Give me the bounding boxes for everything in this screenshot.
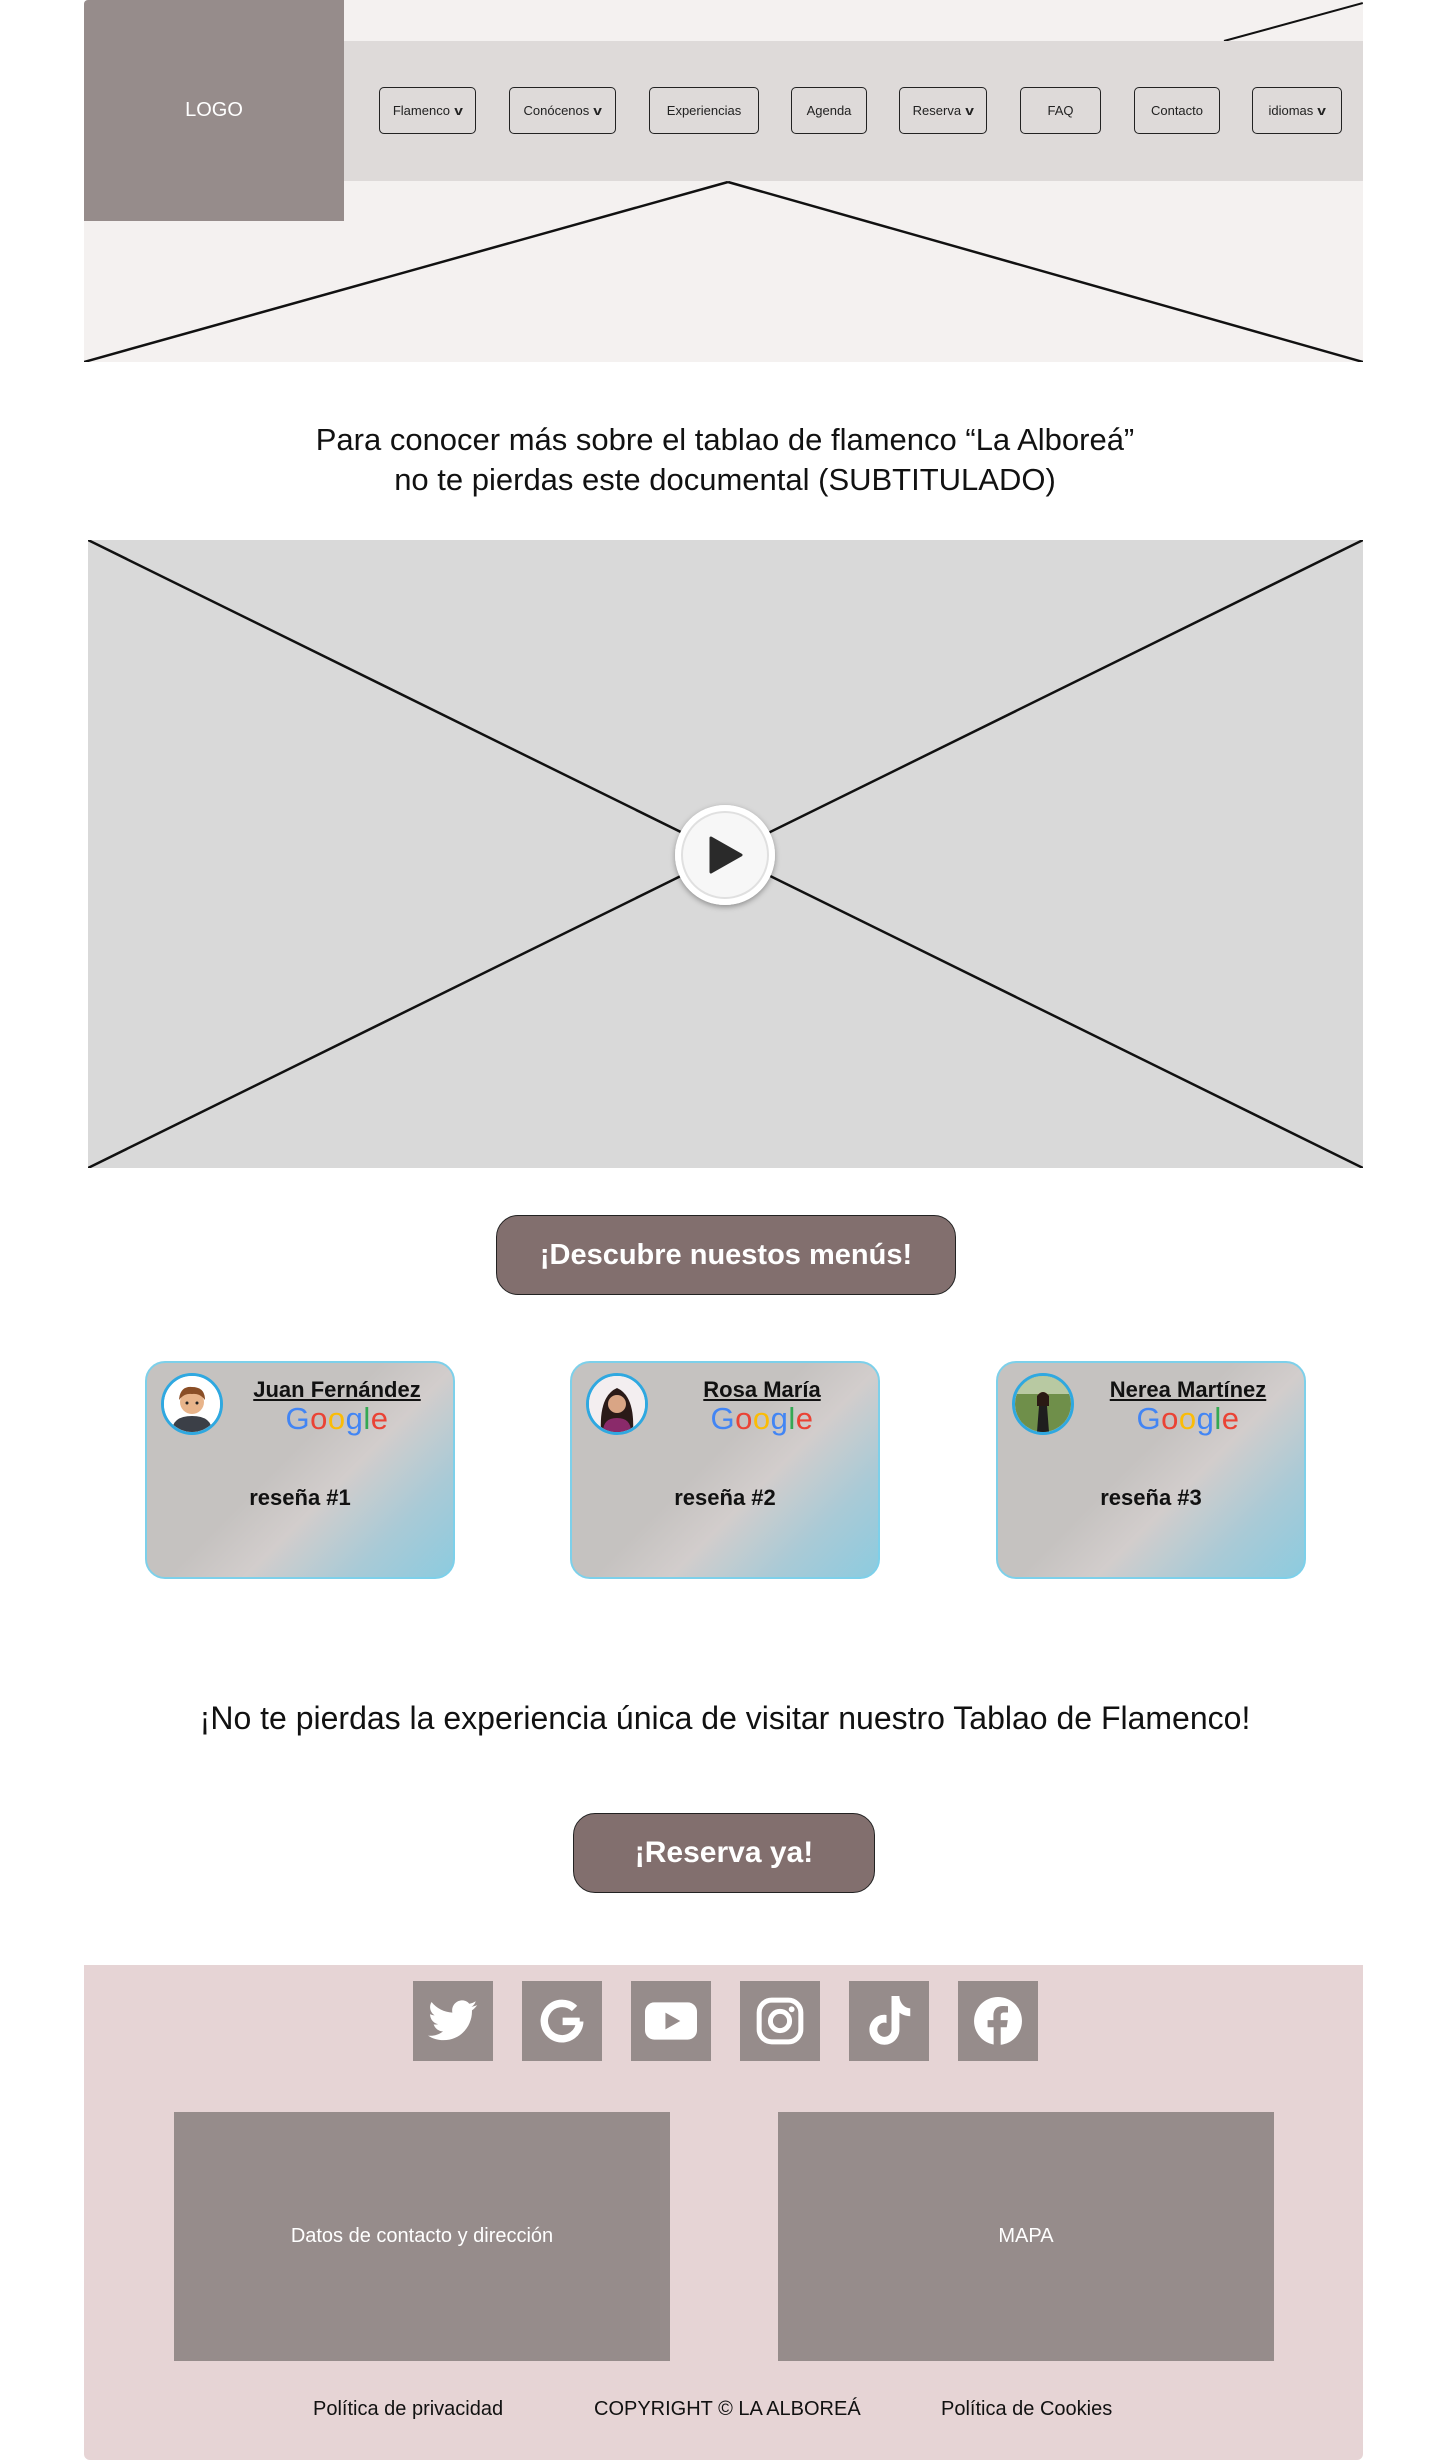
google-logo-icon: Google: [285, 1401, 389, 1436]
tiktok-icon: [869, 1996, 911, 2045]
cookies-policy-link[interactable]: Política de Cookies: [941, 2398, 1112, 2421]
nav-label: Reserva: [912, 103, 962, 118]
nav-contacto[interactable]: Contacto: [1134, 87, 1220, 134]
youtube-link[interactable]: [631, 1981, 711, 2061]
reserve-button[interactable]: ¡Reserva ya!: [573, 1813, 875, 1893]
nav-faq[interactable]: FAQ: [1020, 87, 1101, 134]
discover-menus-button[interactable]: ¡Descubre nuestos menús!: [496, 1215, 956, 1295]
twitter-icon: [428, 2000, 478, 2041]
logo[interactable]: LOGO: [84, 0, 344, 221]
privacy-policy-link[interactable]: Política de privacidad: [313, 2398, 503, 2421]
intro-line-2: no te pierdas este documental (SUBTITULA…: [394, 462, 1056, 497]
play-button[interactable]: [675, 805, 775, 905]
google-logo-icon: Google: [710, 1401, 814, 1436]
facebook-link[interactable]: [958, 1981, 1038, 2061]
nav-label: Experiencias: [666, 103, 742, 118]
review-card[interactable]: Nerea Martínez Google reseña #3: [996, 1361, 1306, 1579]
discover-menus-label: ¡Descubre nuestos menús!: [539, 1238, 913, 1271]
map-label: MAPA: [998, 2225, 1054, 2247]
nav-label: Flamenco: [392, 103, 450, 118]
twitter-link[interactable]: [413, 1981, 493, 2061]
nav-experiencias[interactable]: Experiencias: [649, 87, 759, 134]
chevron-down-icon: v: [454, 103, 463, 118]
nav-conocenos[interactable]: Conócenos v: [509, 87, 616, 134]
review-text: reseña #3: [1100, 1485, 1202, 1510]
avatar: [161, 1373, 223, 1435]
logo-text: LOGO: [185, 99, 243, 121]
nav-label: Contacto: [1150, 103, 1204, 118]
play-icon: [709, 836, 743, 874]
review-card[interactable]: Rosa María Google reseña #2: [570, 1361, 880, 1579]
chevron-down-icon: v: [593, 103, 603, 118]
review-text: reseña #2: [674, 1485, 776, 1510]
review-card[interactable]: Juan Fernández Google reseña #1: [145, 1361, 455, 1579]
contact-info-box: Datos de contacto y dirección: [174, 2112, 670, 2361]
experience-text: ¡No te pierdas la experiencia única de v…: [199, 1700, 1251, 1736]
contact-info-label: Datos de contacto y dirección: [290, 2225, 554, 2247]
google-icon: [540, 1999, 584, 2043]
nav-idiomas[interactable]: idiomas v: [1252, 87, 1342, 134]
nav-label: idiomas: [1268, 103, 1314, 118]
reviewer-name: Nerea Martínez: [1109, 1377, 1267, 1402]
review-text: reseña #1: [249, 1485, 351, 1510]
map-box[interactable]: MAPA: [778, 2112, 1274, 2361]
nav-label: Conócenos: [523, 103, 590, 118]
nav-flamenco[interactable]: Flamenco v: [379, 87, 476, 134]
nav-label: Agenda: [806, 103, 852, 118]
reserve-label: ¡Reserva ya!: [634, 1836, 814, 1869]
chevron-down-icon: v: [965, 103, 975, 118]
tiktok-link[interactable]: [849, 1981, 929, 2061]
instagram-icon: [756, 1997, 804, 2045]
copyright-text: COPYRIGHT © LA ALBOREÁ: [594, 2398, 861, 2420]
chevron-down-icon: v: [1317, 103, 1327, 118]
google-logo-icon: Google: [1136, 1401, 1240, 1436]
youtube-icon: [645, 2002, 697, 2040]
intro-text: Para conocer más sobre el tablao de flam…: [180, 420, 1270, 500]
nav-agenda[interactable]: Agenda: [791, 87, 867, 134]
avatar: [1012, 1373, 1074, 1435]
avatar: [586, 1373, 648, 1435]
reviewer-name: Rosa María: [703, 1377, 821, 1402]
instagram-link[interactable]: [740, 1981, 820, 2061]
facebook-icon: [974, 1997, 1022, 2046]
google-link[interactable]: [522, 1981, 602, 2061]
nav-reserva[interactable]: Reserva v: [899, 87, 987, 134]
nav-label: FAQ: [1047, 103, 1074, 118]
reviewer-name: Juan Fernández: [253, 1377, 421, 1402]
intro-line-1: Para conocer más sobre el tablao de flam…: [315, 422, 1135, 457]
